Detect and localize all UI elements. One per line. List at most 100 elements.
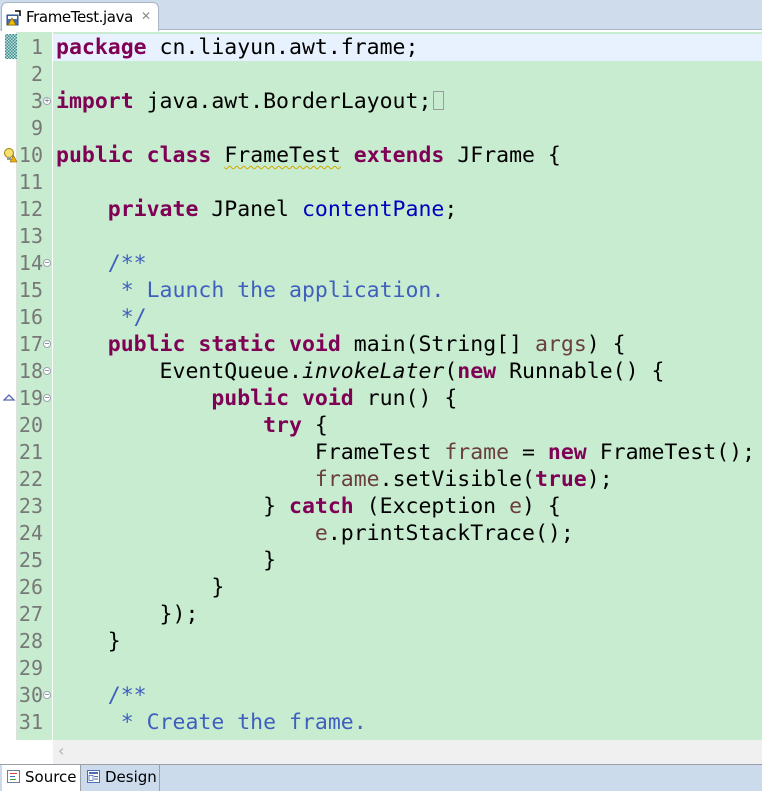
line-number: 24 (18, 521, 43, 545)
code-text: } (53, 574, 762, 601)
line-number: 22 (18, 467, 43, 491)
close-icon[interactable]: ✕ (141, 9, 151, 23)
code-line[interactable]: 20 try { (0, 412, 762, 439)
tab-design[interactable]: Design (82, 765, 160, 791)
keyword-token: package (56, 35, 147, 60)
line-number: 12 (18, 197, 43, 221)
collapse-fold-icon[interactable]: − (43, 340, 51, 348)
keyword-token: void (289, 332, 341, 357)
line-number: 1 (30, 35, 43, 59)
code-text: } (53, 628, 762, 655)
line-number: 31 (18, 710, 43, 734)
line-number: 11 (18, 170, 43, 194)
code-line[interactable]: 19− public void run() { (0, 385, 762, 412)
keyword-token: private (107, 197, 199, 222)
code-line[interactable]: 26 } (0, 574, 762, 601)
expand-fold-icon[interactable]: + (43, 97, 51, 105)
line-number: 21 (18, 440, 43, 464)
code-line[interactable]: 24 e.printStackTrace(); (0, 520, 762, 547)
keyword-token: true (534, 467, 587, 492)
code-token: run() { (353, 386, 458, 411)
line-number: 20 (18, 413, 43, 437)
comment-token: /** (107, 251, 147, 276)
code-token: frame (444, 440, 510, 465)
code-line[interactable]: 17− public static void main(String[] arg… (0, 331, 762, 358)
code-line[interactable]: 2 (0, 61, 762, 88)
line-number: 14 (18, 251, 43, 275)
design-icon (87, 770, 100, 783)
collapse-fold-icon[interactable]: − (43, 259, 51, 267)
tab-source[interactable]: Source (2, 765, 81, 791)
editor-tab-bar: FrameTest.java ✕ (0, 0, 762, 31)
line-number: 2 (30, 62, 43, 86)
code-line[interactable]: 27 }); (0, 601, 762, 628)
code-line[interactable]: 12 private JPanel contentPane; (0, 196, 762, 223)
override-triangle-icon[interactable] (3, 390, 17, 406)
code-text: frame.setVisible(true); (53, 466, 762, 493)
code-token: } (56, 575, 225, 600)
code-line[interactable]: 21 FrameTest frame = new FrameTest(); (0, 439, 762, 466)
line-number: 16 (18, 305, 43, 329)
code-line[interactable]: 31 * Create the frame. (0, 709, 762, 736)
code-text: import java.awt.BorderLayout; (53, 88, 762, 115)
code-line[interactable]: 10 public class FrameTest extends JFrame … (0, 142, 762, 169)
line-number: 3 (30, 89, 43, 113)
line-number: 10 (18, 143, 43, 167)
java-file-warning-icon (6, 10, 21, 26)
editor-tab-frametest[interactable]: FrameTest.java ✕ (1, 2, 159, 31)
code-token: } (56, 629, 121, 654)
code-text: try { (53, 412, 762, 439)
code-token: JPanel (198, 197, 302, 222)
collapse-fold-icon[interactable]: − (43, 367, 51, 375)
line-number: 27 (18, 602, 43, 626)
code-line[interactable]: 15 * Launch the application. (0, 277, 762, 304)
code-line[interactable]: 11 (0, 169, 762, 196)
code-line[interactable]: 14− /** (0, 250, 762, 277)
code-token: ) { (586, 332, 626, 357)
code-text: e.printStackTrace(); (53, 520, 762, 547)
code-line[interactable]: 23 } catch (Exception e) { (0, 493, 762, 520)
collapse-fold-icon[interactable]: − (43, 691, 51, 699)
collapse-fold-icon[interactable]: − (43, 394, 51, 402)
code-line[interactable]: 9 (0, 115, 762, 142)
collapsed-imports-indicator[interactable] (433, 90, 445, 110)
code-token: ( (444, 359, 458, 384)
code-line[interactable]: 22 frame.setVisible(true); (0, 466, 762, 493)
code-token: .setVisible( (379, 467, 535, 492)
code-token: .printStackTrace(); (327, 521, 574, 546)
code-line[interactable]: 29 (0, 655, 762, 682)
code-line[interactable]: 1 package cn.liayun.awt.frame; (0, 34, 762, 61)
horizontal-scrollbar[interactable]: ‹ (53, 740, 762, 764)
line-number: 18 (18, 359, 43, 383)
comment-token: * Create the frame. (56, 710, 367, 735)
code-line[interactable]: 28 } (0, 628, 762, 655)
code-line[interactable]: 3 + import java.awt.BorderLayout; (0, 88, 762, 115)
keyword-token: extends (353, 143, 445, 168)
code-line[interactable]: 30− /** (0, 682, 762, 709)
code-line[interactable]: 18− EventQueue.invokeLater(new Runnable(… (0, 358, 762, 385)
code-line[interactable]: 16 */ (0, 304, 762, 331)
code-token: EventQueue. (56, 359, 302, 384)
keyword-token: public (107, 332, 186, 357)
code-token: { (301, 413, 328, 438)
keyword-token: public (211, 386, 290, 411)
code-line[interactable]: 25 } (0, 547, 762, 574)
source-icon (7, 770, 20, 783)
code-line[interactable]: 13 (0, 223, 762, 250)
warning-lightbulb-icon[interactable] (3, 147, 17, 163)
line-number: 19 (18, 386, 43, 410)
code-token: Runnable() { (496, 359, 665, 384)
line-number: 26 (18, 575, 43, 599)
scroll-left-arrow-icon[interactable]: ‹ (58, 741, 64, 760)
code-text: }); (53, 601, 762, 628)
